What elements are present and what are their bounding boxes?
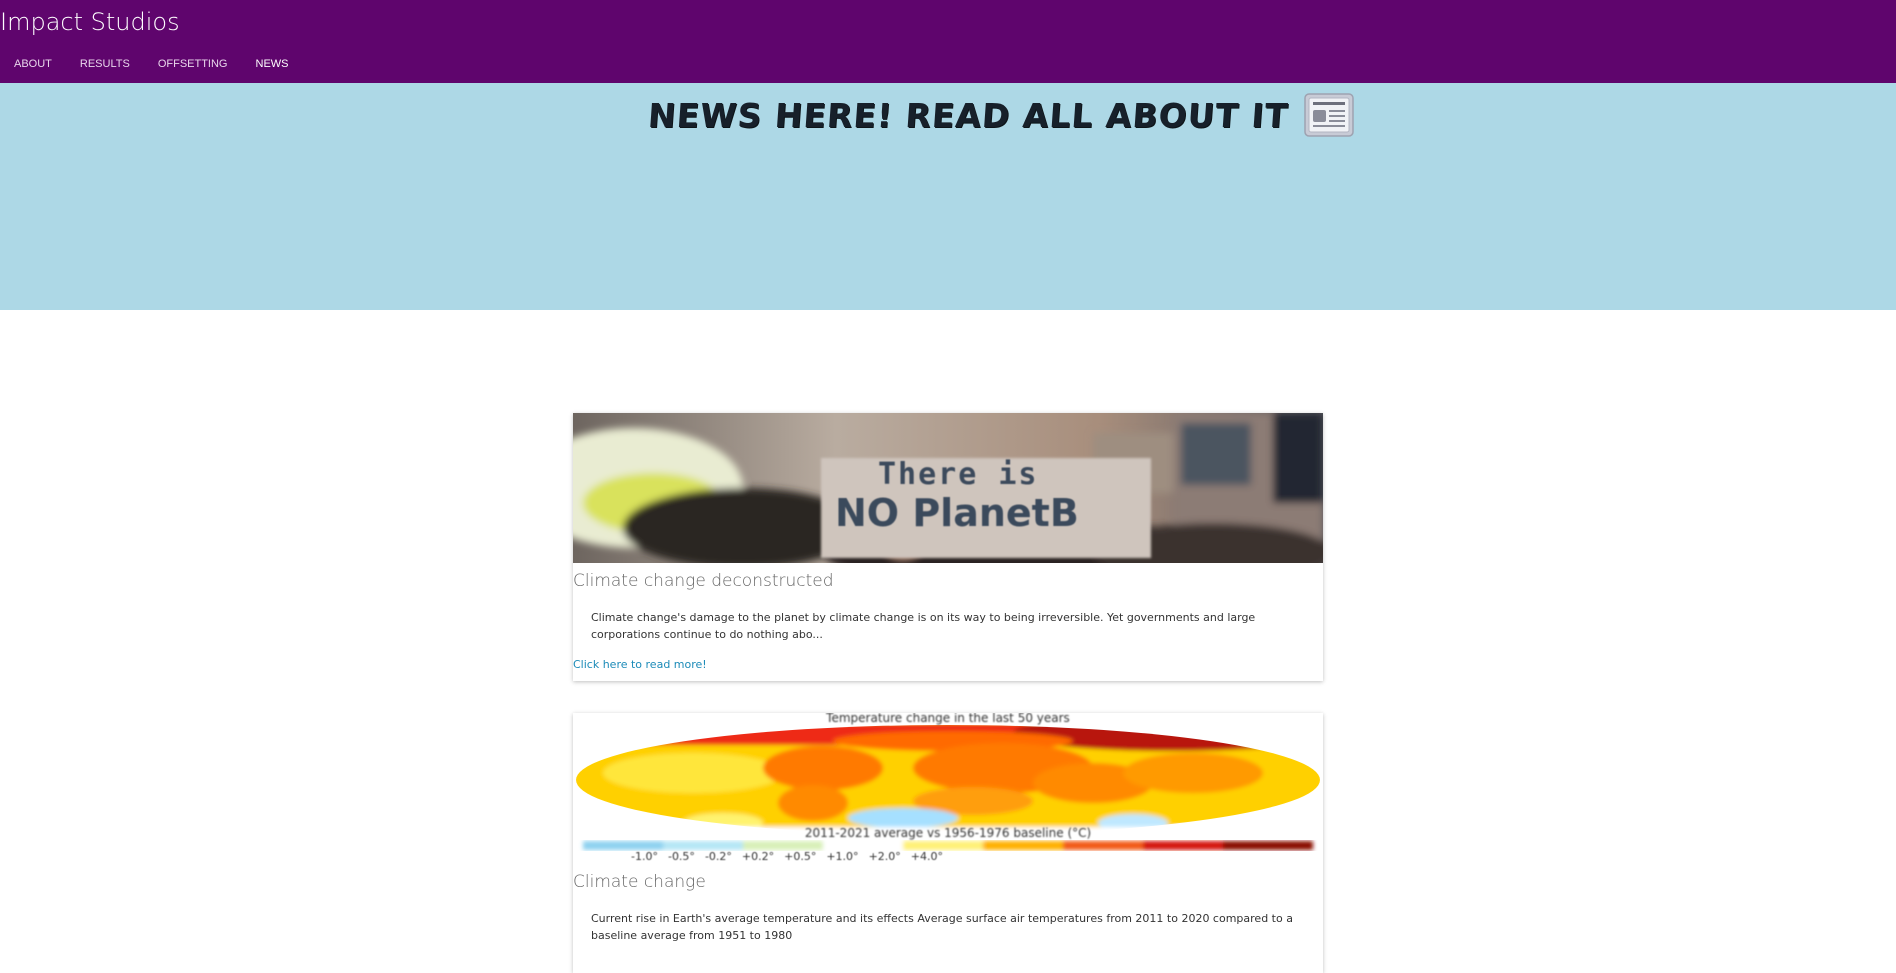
scale-label: +1.0°	[826, 850, 859, 863]
hero-title: NEWS HERE! READ ALL ABOUT IT	[646, 95, 1290, 135]
scale-label: +0.5°	[784, 850, 817, 863]
temperature-change-map: Temperature change in the last 50 years …	[573, 713, 1323, 864]
nav-results[interactable]: RESULTS	[66, 57, 144, 73]
nav-about[interactable]: ABOUT	[0, 57, 66, 73]
map-caption-top: Temperature change in the last 50 years	[826, 713, 1070, 725]
main-nav: ABOUT RESULTS OFFSETTING NEWS	[0, 57, 303, 73]
scale-label: +4.0°	[910, 850, 943, 863]
temperature-map-graphic	[573, 713, 1323, 864]
sign-text-line1: There is	[878, 457, 1039, 492]
map-caption-bottom: 2011-2021 average vs 1956-1976 baseline …	[804, 826, 1092, 840]
hero-heading: NEWS HERE! READ ALL ABOUT IT	[646, 89, 1355, 141]
scale-label: -0.2°	[704, 850, 732, 863]
nav-news[interactable]: NEWS	[242, 57, 303, 73]
article-title: Climate change	[573, 872, 706, 892]
scale-label: -0.5°	[667, 850, 695, 863]
article-card: There is NO PlanetB Climate change decon…	[573, 413, 1323, 681]
scale-label: +2.0°	[868, 850, 901, 863]
nav-offsetting[interactable]: OFFSETTING	[144, 57, 242, 73]
scale-label: +0.2°	[741, 850, 775, 863]
scale-label: -1.0°	[631, 850, 658, 863]
article-title: Climate change deconstructed	[573, 571, 834, 591]
read-more-link[interactable]: Click here to read more!	[573, 658, 1323, 671]
article-card: Temperature change in the last 50 years …	[573, 713, 1323, 973]
protest-sign-photo: There is NO PlanetB	[573, 413, 1323, 563]
news-hero-banner: NEWS HERE! READ ALL ABOUT IT	[0, 83, 1896, 310]
newspaper-icon	[1304, 93, 1355, 137]
sign-text-line2: NO PlanetB	[835, 491, 1079, 535]
article-summary: Climate change's damage to the planet by…	[591, 611, 1256, 641]
article-summary: Current rise in Earth's average temperat…	[591, 912, 1293, 942]
top-navigation-bar: Impact Studios ABOUT RESULTS OFFSETTING …	[0, 0, 1896, 83]
map-scale-labels: -1.0° -0.5° -0.2° +0.2° +0.5° +1.0° +2.0…	[631, 850, 1271, 863]
brand-title[interactable]: Impact Studios	[0, 8, 180, 36]
